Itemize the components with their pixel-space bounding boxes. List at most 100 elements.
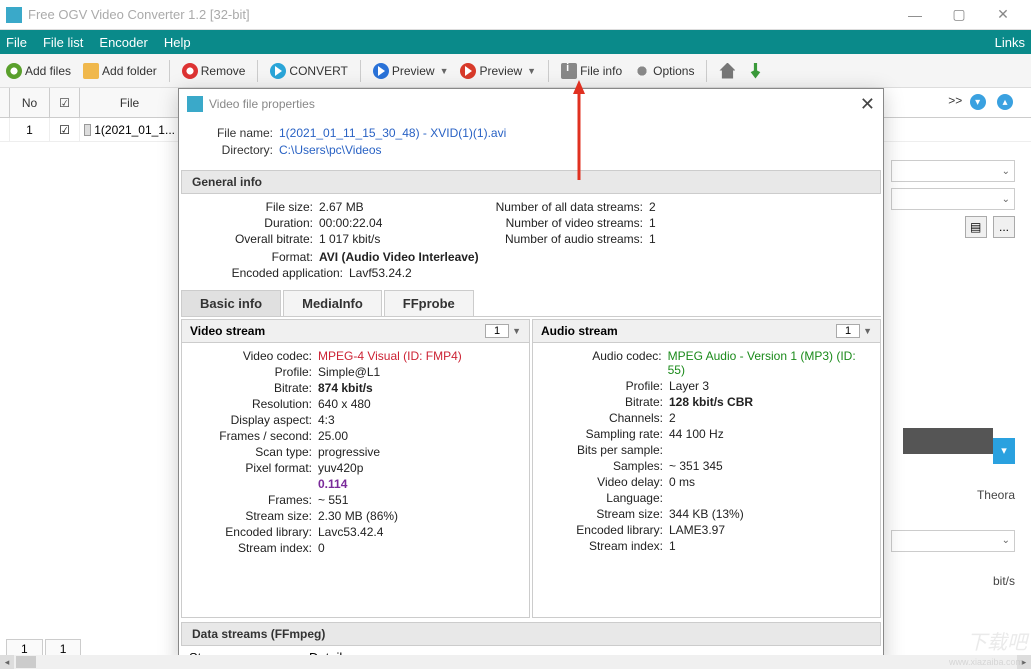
dropdown-icon[interactable]: ▼ <box>527 66 536 76</box>
separator <box>360 60 361 82</box>
horizontal-scrollbar[interactable]: ◂ ▸ <box>0 655 1031 669</box>
menu-help[interactable]: Help <box>164 35 191 50</box>
avdelay-value: 0 ms <box>669 475 695 489</box>
vbitrate-label: Bitrate: <box>188 381 318 395</box>
col-file[interactable]: File <box>80 88 180 117</box>
info-icon <box>561 63 577 79</box>
dialog-title: Video file properties <box>209 97 315 111</box>
asamples-label: Samples: <box>539 459 669 473</box>
combo-1[interactable]: ⌄ <box>891 160 1015 182</box>
vfps-value: 25.00 <box>318 429 348 443</box>
encapp-value: Lavf53.24.2 <box>349 266 412 280</box>
combo-3[interactable]: ⌄ <box>891 530 1015 552</box>
audio-streams-label: Number of audio streams: <box>469 232 649 246</box>
video-stream-index[interactable]: 1 <box>485 324 509 338</box>
convert-label: CONVERT <box>289 64 347 78</box>
plus-icon <box>6 63 22 79</box>
dropdown-icon[interactable]: ▼ <box>440 66 449 76</box>
audio-stream-index[interactable]: 1 <box>836 324 860 338</box>
dropdown-icon[interactable]: ▼ <box>863 326 872 336</box>
scroll-left-icon[interactable]: ◂ <box>0 655 14 669</box>
menu-links[interactable]: Links <box>995 35 1025 50</box>
pin-button[interactable] <box>747 63 763 79</box>
menu-file[interactable]: File <box>6 35 27 50</box>
minimize-button[interactable]: — <box>893 1 937 29</box>
menubar: File File list Encoder Help Links <box>0 30 1031 54</box>
dropdown-icon[interactable]: ▼ <box>512 326 521 336</box>
row-marker-header <box>0 88 10 117</box>
audio-stream-title: Audio stream <box>541 324 618 338</box>
dialog-close-button[interactable]: ✕ <box>860 94 875 115</box>
scroll-thumb[interactable] <box>16 656 36 668</box>
vval-value: 0.114 <box>318 477 347 491</box>
maximize-button[interactable]: ▢ <box>937 1 981 29</box>
venclib-label: Encoded library: <box>188 525 318 539</box>
combo-2[interactable]: ⌄ <box>891 188 1015 210</box>
separator <box>169 60 170 82</box>
play-icon <box>460 63 476 79</box>
dropdown-icon[interactable]: ▾ <box>993 438 1015 464</box>
convert-button[interactable]: CONVERT <box>270 63 347 79</box>
row-marker: ▸ <box>0 118 10 141</box>
app-title: Free OGV Video Converter 1.2 [32-bit] <box>28 7 250 22</box>
cell-no: 1 <box>10 118 50 141</box>
cell-check[interactable]: ☑ <box>50 118 80 141</box>
video-streams-value: 1 <box>649 216 656 230</box>
filesize-value: 2.67 MB <box>319 200 364 214</box>
home-button[interactable] <box>719 63 735 79</box>
streams-panels: Video stream1▼ Video codec:MPEG-4 Visual… <box>179 317 883 620</box>
audio-stream-header: Audio stream 1▼ <box>533 320 880 343</box>
filename-label: File name: <box>199 126 279 140</box>
tab-basic-info[interactable]: Basic info <box>181 290 281 316</box>
general-info-header: General info <box>181 170 881 194</box>
dark-box[interactable] <box>903 428 993 454</box>
directory-label: Directory: <box>199 143 279 157</box>
separator <box>257 60 258 82</box>
overall-bitrate-label: Overall bitrate: <box>189 232 319 246</box>
tab-mediainfo[interactable]: MediaInfo <box>283 290 382 316</box>
vscan-label: Scan type: <box>188 445 318 459</box>
add-files-label: Add files <box>25 64 71 78</box>
tab-ffprobe[interactable]: FFprobe <box>384 290 474 316</box>
bits-label: bit/s <box>891 574 1031 588</box>
pin-icon <box>747 63 763 79</box>
app-icon <box>6 7 22 23</box>
vprofile-label: Profile: <box>188 365 318 379</box>
theora-label: Theora <box>891 488 1031 502</box>
preview1-button[interactable]: Preview▼ <box>373 63 449 79</box>
down-icon[interactable]: ▾ <box>970 94 986 110</box>
abitrate-label: Bitrate: <box>539 395 669 409</box>
file-info-button[interactable]: File info <box>561 63 622 79</box>
preview2-button[interactable]: Preview▼ <box>460 63 536 79</box>
watermark: 下载吧 <box>967 626 1027 655</box>
acodec-value: MPEG Audio - Version 1 (MP3) (ID: 55) <box>668 349 874 377</box>
remove-button[interactable]: Remove <box>182 63 246 79</box>
aprofile-label: Profile: <box>539 379 669 393</box>
separator <box>706 60 707 82</box>
add-files-button[interactable]: Add files <box>6 63 71 79</box>
options-button[interactable]: Options <box>634 63 694 79</box>
cell-file-label: 1(2021_01_1... <box>94 123 175 137</box>
col-no[interactable]: No <box>10 88 50 117</box>
vpix-value: yuv420p <box>318 461 363 475</box>
file-info-top: File name:1(2021_01_11_15_30_48) - XVID(… <box>179 119 883 168</box>
cell-file: 1(2021_01_1... <box>80 118 180 141</box>
file-properties-dialog: Video file properties ✕ File name:1(2021… <box>178 88 884 668</box>
up-icon[interactable]: ▴ <box>997 94 1013 110</box>
col-check[interactable]: ☑ <box>50 88 80 117</box>
browse-icon-button[interactable]: ▤ <box>965 216 987 238</box>
chevrons-button[interactable]: >> <box>948 94 962 108</box>
add-folder-button[interactable]: Add folder <box>83 63 157 79</box>
format-label: Format: <box>189 250 319 264</box>
home-icon <box>719 63 735 79</box>
menu-filelist[interactable]: File list <box>43 35 83 50</box>
vval-label <box>188 477 318 491</box>
browse-button[interactable]: ... <box>993 216 1015 238</box>
asr-value: 44 100 Hz <box>669 427 724 441</box>
alang-label: Language: <box>539 491 669 505</box>
encapp-label: Encoded application: <box>189 266 349 280</box>
video-stream-header: Video stream1▼ <box>182 320 529 343</box>
menu-encoder[interactable]: Encoder <box>99 35 147 50</box>
asidx-label: Stream index: <box>539 539 669 553</box>
close-button[interactable]: ✕ <box>981 1 1025 29</box>
